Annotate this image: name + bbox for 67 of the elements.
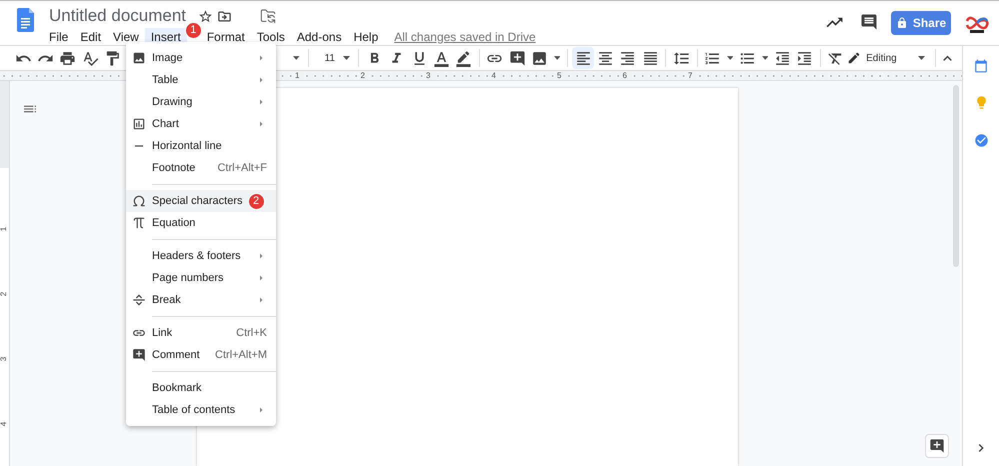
menu-bar-item[interactable]: Add-ons xyxy=(290,28,348,44)
menu-item[interactable]: Break xyxy=(126,289,276,311)
pencil-icon xyxy=(847,51,862,65)
dropdown-caret-icon[interactable] xyxy=(293,56,300,60)
calendar-icon[interactable] xyxy=(974,59,988,73)
ruler-number: 3 xyxy=(426,71,430,80)
ruler-number: 3 xyxy=(0,356,8,362)
ruler-number: 1 xyxy=(0,226,8,232)
menu-item[interactable]: Headers & footers xyxy=(126,245,276,267)
font-size-dropdown[interactable]: 11 xyxy=(312,47,354,69)
document-title[interactable]: Untitled document xyxy=(49,7,186,25)
editing-mode-dropdown[interactable]: Editing xyxy=(847,47,929,69)
dropdown-caret-icon[interactable] xyxy=(554,56,560,60)
page-break-icon xyxy=(132,293,146,307)
shortcut-text: Ctrl+K xyxy=(236,326,267,341)
menu-item[interactable]: Page numbers xyxy=(126,267,276,289)
add-comment-icon xyxy=(132,348,146,362)
caret-icon xyxy=(918,56,925,60)
menu-item[interactable]: Drawing xyxy=(126,91,276,113)
ruler-number: 7 xyxy=(688,71,692,80)
menu-item[interactable]: Footnote Ctrl+Alt+F xyxy=(126,157,276,179)
menu-item[interactable]: Bookmark xyxy=(126,377,276,399)
lock-icon xyxy=(896,17,908,29)
share-button[interactable]: Share xyxy=(891,11,951,35)
add-comment-icon xyxy=(929,438,945,454)
save-status-link[interactable]: All changes saved in Drive xyxy=(394,28,536,46)
menu-item[interactable]: Special characters 2 xyxy=(126,190,276,212)
dropdown-caret-icon[interactable] xyxy=(726,56,734,60)
menu-item[interactable]: Table xyxy=(126,69,276,91)
dropdown-caret-icon[interactable] xyxy=(762,56,768,60)
image-icon xyxy=(132,51,146,65)
step-badge: 2 xyxy=(248,192,264,210)
ruler-number: 4 xyxy=(0,422,8,426)
move-folder-icon[interactable] xyxy=(217,8,232,24)
menu-item[interactable]: Table of contents xyxy=(126,399,276,421)
menu-item[interactable]: Equation xyxy=(126,212,276,234)
caret-icon xyxy=(343,56,350,60)
menu-item[interactable]: Chart xyxy=(126,113,276,135)
menu-item[interactable]: Link Ctrl+K xyxy=(126,322,276,344)
docs-logo-icon[interactable] xyxy=(17,8,34,32)
menu-bar-item[interactable]: Tools xyxy=(250,28,291,44)
ruler-number: 4 xyxy=(492,71,496,80)
ruler-number: 1 xyxy=(295,71,300,80)
align-left-icon[interactable] xyxy=(572,47,594,69)
menu-bar-item[interactable]: View xyxy=(107,28,145,44)
menu-item[interactable]: Horizontal line xyxy=(126,135,276,157)
ruler-number: 5 xyxy=(557,71,562,80)
add-comment-button[interactable] xyxy=(925,434,949,458)
step-badge: 1 xyxy=(184,22,202,38)
menu-bar-item[interactable]: File xyxy=(43,28,74,44)
folder-sync-icon[interactable] xyxy=(260,8,276,24)
ruler-number: 6 xyxy=(622,71,627,80)
menu-bar-item[interactable]: Edit xyxy=(74,28,108,44)
pi-icon xyxy=(132,216,146,230)
shortcut-text: Ctrl+Alt+M xyxy=(215,348,267,363)
star-icon[interactable] xyxy=(198,8,214,24)
ruler-number: 2 xyxy=(360,71,365,80)
comments-icon[interactable] xyxy=(860,13,878,31)
menu-bar-item[interactable]: Help xyxy=(348,28,384,44)
omega-icon xyxy=(132,194,146,208)
menu-bar-item[interactable]: Format xyxy=(200,28,251,44)
chart-icon xyxy=(132,117,146,131)
scrollbar-thumb[interactable] xyxy=(953,85,959,267)
menu-item[interactable]: Comment Ctrl+Alt+M xyxy=(126,344,276,366)
shortcut-text: Ctrl+Alt+F xyxy=(217,160,267,176)
menu-item[interactable]: Image xyxy=(126,47,276,69)
ruler-number: 2 xyxy=(0,292,8,296)
